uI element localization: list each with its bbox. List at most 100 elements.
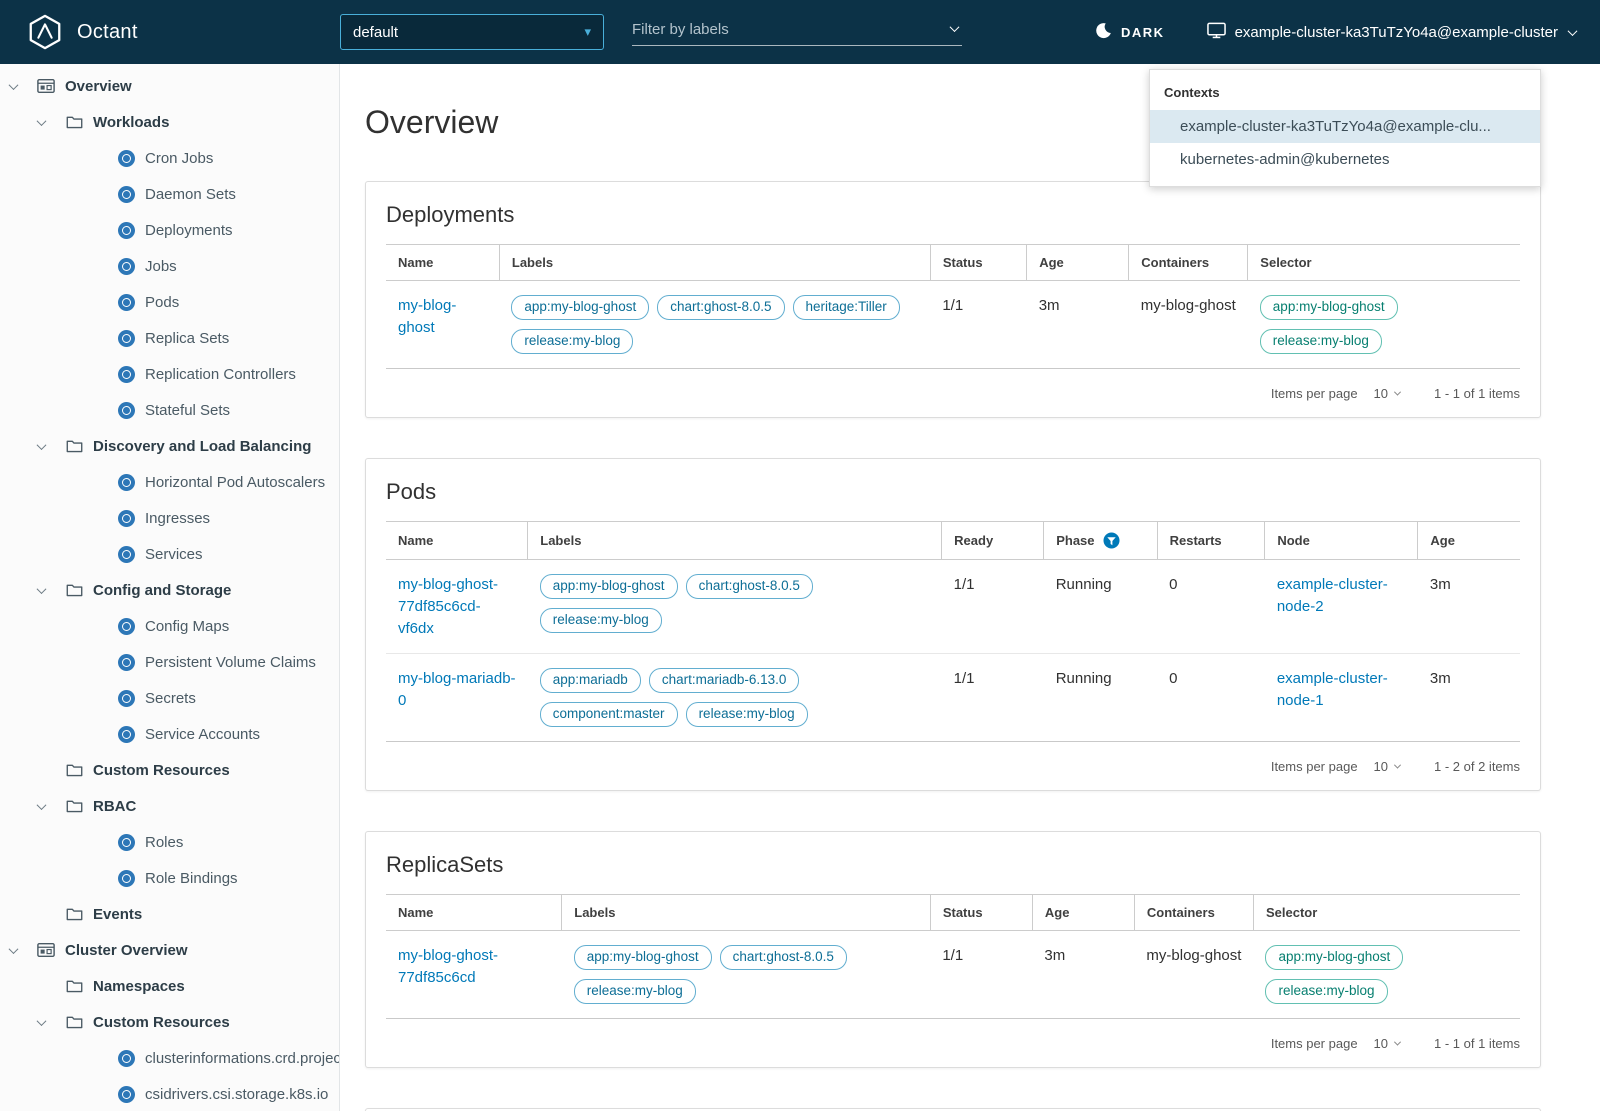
sidebar-item-csidrivers-csi-storage-k8s-io[interactable]: csidrivers.csi.storage.k8s.io: [0, 1076, 339, 1111]
label-badge[interactable]: release:my-blog: [511, 329, 634, 354]
filter-icon[interactable]: [1103, 532, 1120, 549]
sidebar-item-label: Service Accounts: [145, 725, 261, 743]
datagrid-replicasets: Name Labels Status Age Containers Selector my-…: [386, 894, 1520, 1019]
sidebar-item-overview[interactable]: Overview: [0, 68, 339, 104]
sidebar-item-secrets[interactable]: Secrets: [0, 680, 339, 716]
sidebar-item-custom-resources[interactable]: Custom Resources: [0, 1004, 339, 1040]
namespace-select[interactable]: default ▾: [340, 14, 604, 50]
label-badge[interactable]: chart:ghost-8.0.5: [685, 574, 813, 599]
label-badge[interactable]: release:my-blog: [539, 608, 662, 633]
context-option[interactable]: example-cluster-ka3TuTzYo4a@example-clu.…: [1150, 110, 1540, 143]
chevron-glyph: [36, 439, 47, 450]
label-badge[interactable]: app:mariadb: [539, 668, 641, 694]
column-header-label: Name: [398, 533, 434, 548]
table-cell: 3m: [1032, 931, 1134, 1019]
sidebar-item-stateful-sets[interactable]: Stateful Sets: [0, 392, 339, 428]
sidebar-item-label: Secrets: [145, 689, 196, 707]
column-header-inner: Age: [1039, 255, 1116, 270]
label-badge[interactable]: release:my-blog: [573, 979, 696, 1005]
column-header-label: Ready: [954, 533, 994, 548]
label-badge[interactable]: app:my-blog-ghost: [573, 945, 712, 971]
label-badge[interactable]: release:my-blog: [1259, 329, 1382, 354]
label-badge[interactable]: chart:mariadb-6.13.0: [648, 668, 800, 694]
resource-link[interactable]: example-cluster-node-1: [1277, 670, 1388, 709]
sidebar-item-cron-jobs[interactable]: Cron Jobs: [0, 140, 339, 176]
chevron-glyph: [8, 943, 19, 954]
sidebar-item-config-maps[interactable]: Config Maps: [0, 608, 339, 644]
sidebar-item-service-accounts[interactable]: Service Accounts: [0, 716, 339, 752]
caret-down-icon: [36, 799, 64, 810]
label-badge[interactable]: chart:ghost-8.0.5: [657, 295, 785, 320]
sidebar-item-label: Namespaces: [93, 977, 185, 995]
label-badge[interactable]: app:my-blog-ghost: [1259, 295, 1398, 320]
caret-down-icon: [8, 79, 36, 90]
label-filter-input[interactable]: [632, 18, 951, 40]
table-cell: 3m: [1418, 560, 1520, 654]
chevron-glyph: [8, 79, 19, 90]
column-header-containers: Containers: [1128, 244, 1248, 281]
items-per-page-select[interactable]: 10: [1374, 759, 1402, 774]
resource-link[interactable]: my-blog-ghost: [398, 297, 456, 336]
column-header-selector: Selector: [1247, 244, 1520, 281]
resource-icon: [118, 617, 135, 635]
label-badge[interactable]: app:my-blog-ghost: [1265, 945, 1404, 971]
sidebar-item-persistent-volume-claims[interactable]: Persistent Volume Claims: [0, 644, 339, 680]
sidebar-item-roles[interactable]: Roles: [0, 824, 339, 860]
context-switcher[interactable]: example-cluster-ka3TuTzYo4a@example-clus…: [1206, 22, 1578, 43]
sidebar-item-namespaces[interactable]: Namespaces: [0, 968, 339, 1004]
label-badge[interactable]: component:master: [539, 702, 678, 728]
label-badge[interactable]: release:my-blog: [685, 702, 808, 728]
folder-icon: [64, 581, 84, 599]
brand[interactable]: Octant: [0, 13, 340, 51]
sidebar-item-role-bindings[interactable]: Role Bindings: [0, 860, 339, 896]
datagrid-footer: Items per page 10 1 - 1 of 1 items: [386, 1019, 1520, 1067]
label-badge[interactable]: chart:ghost-8.0.5: [719, 945, 847, 971]
column-header-ready: Ready: [941, 521, 1044, 560]
sidebar-item-pods[interactable]: Pods: [0, 284, 339, 320]
sidebar-item-workloads[interactable]: Workloads: [0, 104, 339, 140]
sidebar-item-label: Persistent Volume Claims: [145, 653, 316, 671]
sidebar-item-discovery-and-load-balancing[interactable]: Discovery and Load Balancing: [0, 428, 339, 464]
sidebar-item-services[interactable]: Services: [0, 536, 339, 572]
column-header-label: Name: [398, 905, 434, 921]
context-option[interactable]: kubernetes-admin@kubernetes: [1150, 143, 1540, 176]
label-badge[interactable]: heritage:Tiller: [792, 295, 900, 320]
resource-icon: [118, 149, 135, 167]
label-badge[interactable]: app:my-blog-ghost: [539, 574, 678, 599]
resource-link[interactable]: my-blog-mariadb-0: [398, 670, 516, 709]
label-badge[interactable]: app:my-blog-ghost: [511, 295, 650, 320]
label-badge[interactable]: release:my-blog: [1265, 979, 1388, 1005]
sidebar-item-custom-resources[interactable]: Custom Resources: [0, 752, 339, 788]
sidebar-item-daemon-sets[interactable]: Daemon Sets: [0, 176, 339, 212]
sidebar-item-rbac[interactable]: RBAC: [0, 788, 339, 824]
sidebar-item-label: Ingresses: [145, 509, 211, 527]
sidebar-item-replica-sets[interactable]: Replica Sets: [0, 320, 339, 356]
sidebar-item-deployments[interactable]: Deployments: [0, 212, 339, 248]
chevron-down-icon[interactable]: [949, 21, 960, 32]
dark-mode-toggle[interactable]: DARK: [1095, 22, 1165, 42]
pagination-range: 1 - 1 of 1 items: [1434, 385, 1520, 401]
sidebar-item-replication-controllers[interactable]: Replication Controllers: [0, 356, 339, 392]
datagrid-footer: Items per page 10 1 - 2 of 2 items: [386, 742, 1520, 790]
resource-icon: [118, 1085, 135, 1103]
resource-icon: [118, 221, 135, 239]
resource-link[interactable]: my-blog-ghost-77df85c6cd-vf6dx: [398, 576, 498, 637]
items-per-page-select[interactable]: 10: [1374, 1036, 1402, 1051]
column-header-inner: Phase: [1056, 532, 1144, 549]
sidebar-item-events[interactable]: Events: [0, 896, 339, 932]
items-per-page-select[interactable]: 10: [1374, 386, 1402, 401]
sidebar-item-config-and-storage[interactable]: Config and Storage: [0, 572, 339, 608]
sidebar-item-cluster-overview[interactable]: Cluster Overview: [0, 932, 339, 968]
sidebar-item-jobs[interactable]: Jobs: [0, 248, 339, 284]
sidebar-item-label: Overview: [65, 77, 132, 95]
sidebar-item-ingresses[interactable]: Ingresses: [0, 500, 339, 536]
sidebar-item-horizontal-pod-autoscalers[interactable]: Horizontal Pod Autoscalers: [0, 464, 339, 500]
column-header-inner: Age: [1430, 533, 1508, 548]
sidebar-item-clusterinformations-crd-projec[interactable]: clusterinformations.crd.projec: [0, 1040, 339, 1076]
resource-link[interactable]: my-blog-ghost-77df85c6cd: [398, 947, 498, 986]
column-header-inner: Labels: [540, 533, 929, 548]
table-cell: my-blog-mariadb-0: [386, 654, 528, 742]
resource-icon: [118, 833, 135, 851]
resource-link[interactable]: example-cluster-node-2: [1277, 576, 1388, 615]
table-row: my-blog-ghost-77df85c6cd-vf6dx app:my-blo…: [386, 560, 1520, 654]
